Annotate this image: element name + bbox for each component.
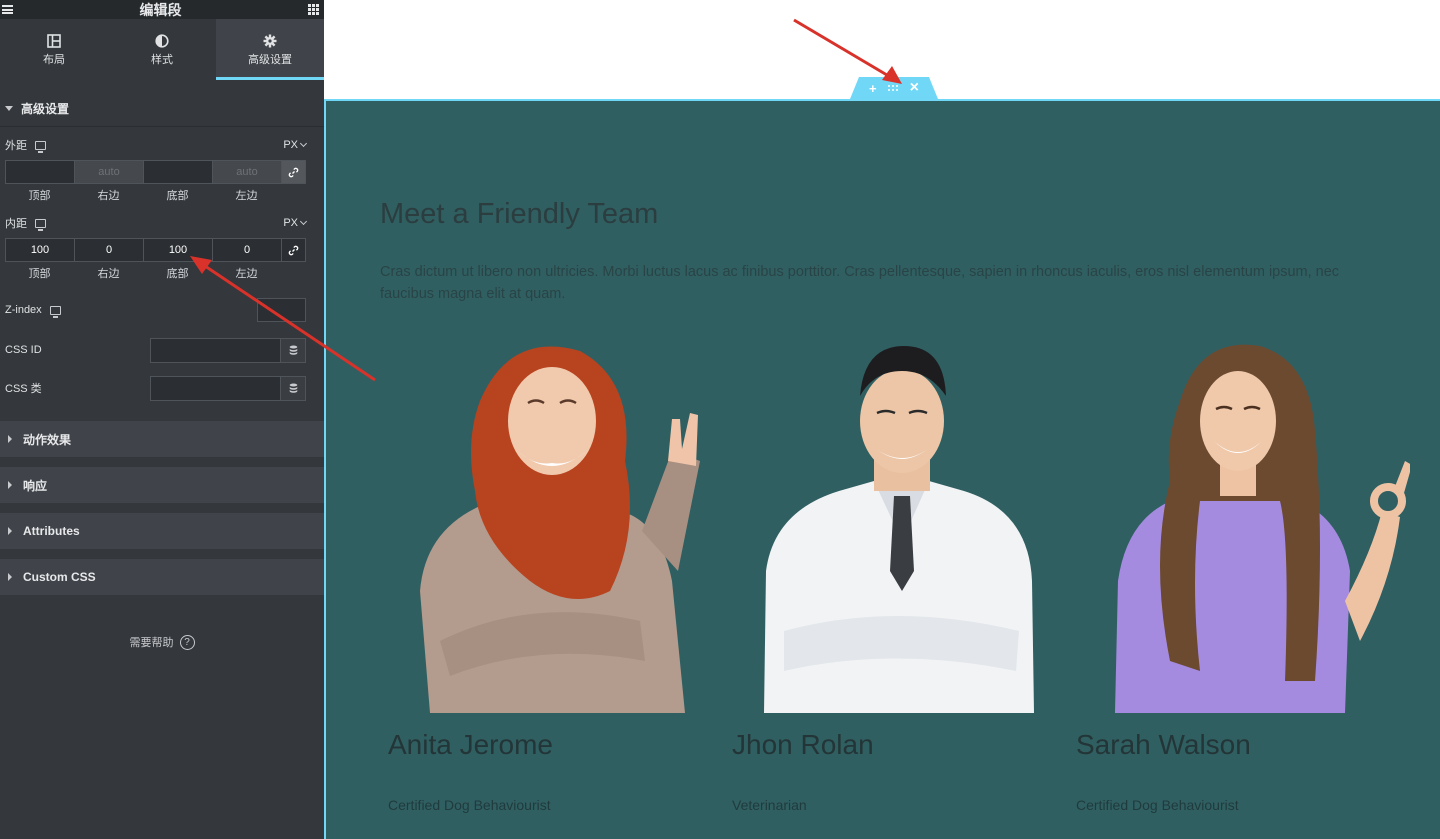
padding-right-input[interactable]: 0	[74, 238, 144, 262]
tab-style[interactable]: 样式	[108, 19, 216, 80]
padding-sub-labels: 顶部 右边 底部 左边	[5, 265, 281, 281]
caret-right-icon	[8, 527, 12, 535]
margin-sub-labels: 顶部 右边 底部 左边	[5, 187, 281, 203]
section-description: Cras dictum ut libero non ultricies. Mor…	[380, 264, 1340, 302]
padding-control-header: 内距 PX	[0, 211, 324, 235]
margin-label: 外距	[5, 140, 27, 152]
margin-control-header: 外距 PX	[0, 133, 324, 157]
section-motion-effects[interactable]: 动作效果	[0, 421, 324, 457]
caret-right-icon	[8, 481, 12, 489]
section-handle: + ×	[850, 77, 938, 99]
section-custom-css[interactable]: Custom CSS	[0, 559, 324, 595]
dynamic-tags-icon[interactable]	[281, 337, 306, 363]
delete-section-button[interactable]: ×	[910, 79, 919, 97]
advanced-section-body: 外距 PX auto auto 顶部 右边 底部 左边 内距 PX 100 0 …	[0, 126, 324, 411]
css-id-label: CSS ID	[5, 344, 42, 356]
contrast-icon	[155, 33, 169, 48]
member-name: Anita Jerome	[388, 729, 553, 760]
margin-bottom-input[interactable]	[143, 160, 213, 184]
margin-right-input[interactable]: auto	[74, 160, 144, 184]
css-class-input[interactable]	[150, 375, 281, 401]
layout-icon	[47, 33, 61, 48]
css-id-input[interactable]	[150, 337, 281, 363]
margin-right-label: 右边	[97, 190, 120, 202]
advanced-section-header[interactable]: 高级设置	[0, 90, 324, 126]
section-heading: Meet a Friendly Team	[380, 198, 659, 230]
padding-top-label: 顶部	[28, 268, 51, 280]
member-photo	[1115, 344, 1410, 713]
caret-right-icon	[8, 573, 12, 581]
help-link[interactable]: 需要帮助 ?	[0, 634, 324, 650]
margin-left-input[interactable]: auto	[212, 160, 282, 184]
zindex-input[interactable]	[257, 298, 306, 322]
tab-advanced[interactable]: 高级设置	[216, 19, 324, 80]
team-section[interactable]: Meet a Friendly Team Cras dictum ut libe…	[324, 99, 1440, 839]
padding-bottom-input[interactable]: 100	[143, 238, 213, 262]
section-motion-effects-label: 动作效果	[23, 432, 72, 447]
member-photo	[420, 346, 700, 713]
padding-label: 内距	[5, 218, 27, 230]
padding-left-label: 左边	[235, 268, 258, 280]
padding-right-label: 右边	[97, 268, 120, 280]
padding-unit-value: PX	[283, 217, 298, 229]
margin-unit-value: PX	[283, 139, 298, 151]
tab-layout[interactable]: 布局	[0, 19, 108, 80]
padding-link-button[interactable]	[281, 238, 306, 262]
link-icon	[288, 167, 299, 177]
section-attributes[interactable]: Attributes	[0, 513, 324, 549]
gear-icon	[263, 34, 277, 47]
tab-style-label: 样式	[151, 53, 173, 66]
margin-top-input[interactable]	[5, 160, 75, 184]
chevron-down-icon	[299, 139, 308, 148]
caret-down-icon	[5, 105, 13, 111]
margin-top-label: 顶部	[28, 190, 51, 202]
help-label: 需要帮助	[129, 637, 174, 649]
caret-right-icon	[8, 435, 12, 443]
zindex-control: Z-index	[0, 295, 324, 325]
add-section-button[interactable]: +	[869, 81, 877, 96]
padding-top-input[interactable]: 100	[5, 238, 75, 262]
member-role: Veterinarian	[732, 797, 807, 813]
margin-unit-select[interactable]: PX	[283, 139, 308, 151]
padding-unit-select[interactable]: PX	[283, 217, 308, 229]
section-responsive-label: 响应	[23, 478, 48, 493]
desktop-icon[interactable]	[35, 218, 46, 231]
section-responsive[interactable]: 响应	[0, 467, 324, 503]
editor-panel: 编辑段 布局 样式 高级设置 高级设置 外距 PX auto auto 顶部 右…	[0, 0, 324, 839]
member-role: Certified Dog Behaviourist	[1076, 797, 1239, 813]
zindex-label: Z-index	[5, 304, 42, 316]
panel-tabs: 布局 样式 高级设置	[0, 19, 324, 80]
question-icon: ?	[179, 634, 195, 650]
menu-icon[interactable]	[2, 5, 13, 14]
member-name: Sarah Walson	[1076, 729, 1251, 760]
advanced-section-title: 高级设置	[21, 101, 70, 116]
css-id-control: CSS ID	[0, 337, 324, 363]
panel-title: 编辑段	[139, 1, 182, 18]
padding-left-input[interactable]: 0	[212, 238, 282, 262]
margin-link-button[interactable]	[281, 160, 306, 184]
padding-bottom-label: 底部	[166, 268, 189, 280]
tab-advanced-label: 高级设置	[248, 53, 292, 66]
panel-header: 编辑段	[0, 0, 324, 19]
member-name: Jhon Rolan	[732, 729, 874, 760]
padding-inputs: 100 0 100 0	[5, 238, 306, 262]
widgets-grid-icon[interactable]	[308, 4, 319, 15]
margin-left-label: 左边	[235, 190, 258, 202]
link-icon	[288, 245, 299, 255]
drag-handle-icon[interactable]	[887, 84, 899, 92]
margin-bottom-label: 底部	[166, 190, 189, 202]
desktop-icon[interactable]	[49, 305, 61, 318]
desktop-icon[interactable]	[35, 140, 46, 153]
member-photo	[764, 346, 1034, 713]
section-attributes-label: Attributes	[23, 524, 80, 538]
css-class-control: CSS 类	[0, 375, 324, 401]
css-class-label: CSS 类	[5, 383, 42, 395]
chevron-down-icon	[299, 217, 308, 226]
margin-inputs: auto auto	[5, 160, 306, 184]
tab-layout-label: 布局	[43, 53, 65, 66]
member-role: Certified Dog Behaviourist	[388, 797, 551, 813]
section-custom-css-label: Custom CSS	[23, 570, 96, 584]
preview-canvas: + × Meet a Friendly Team Cras dictum ut …	[324, 0, 1440, 839]
dynamic-tags-icon[interactable]	[281, 375, 306, 401]
